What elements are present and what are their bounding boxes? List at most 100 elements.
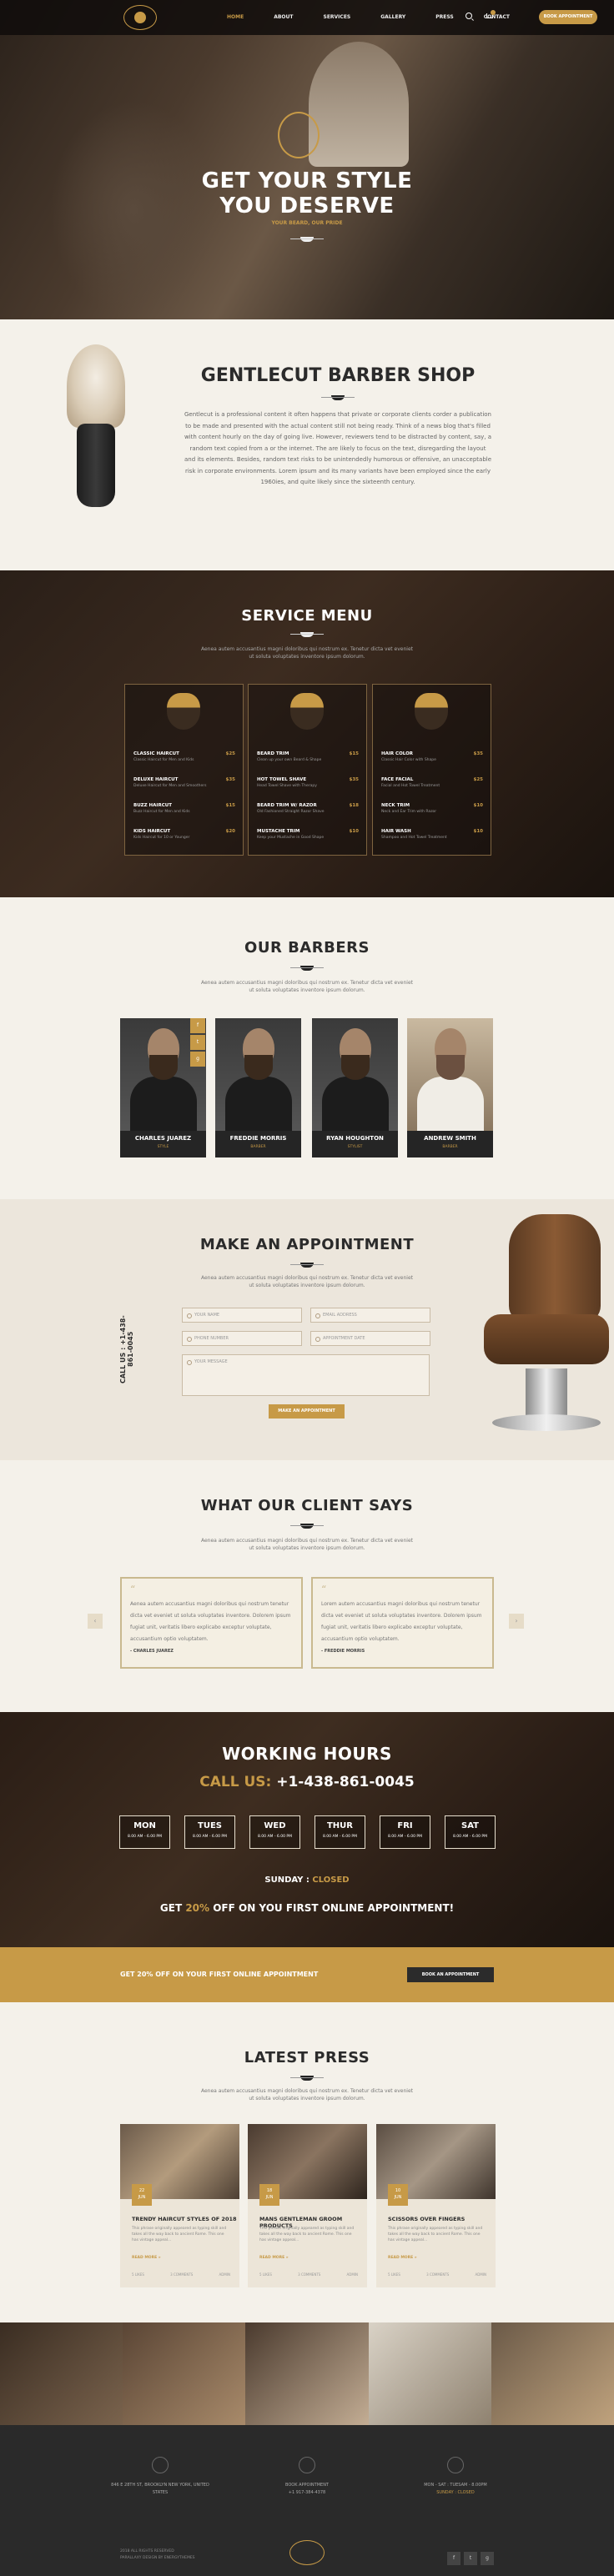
footer-logo[interactable] xyxy=(289,2540,325,2565)
phone-field[interactable]: PHONE NUMBER xyxy=(182,1331,302,1346)
service-item: BUZZ HAIRCUT $15 Buzz Haircut for Men and … xyxy=(133,803,235,814)
barbers-section: OUR BARBERS Aenea autem accusantius magn… xyxy=(0,897,614,1199)
call-us-line: CALL US: +1-438-861-0045 xyxy=(199,1774,415,1790)
mustache-icon xyxy=(290,630,324,639)
press-meta: 5 LIKES 3 COMMENTS ADMIN xyxy=(132,2272,230,2277)
barber-chair-image xyxy=(467,1214,614,1439)
press-card[interactable]: 18 JUN MANS GENTLEMAN GROOM PRODUCTS This… xyxy=(248,2124,367,2287)
barbers-title: OUR BARBERS xyxy=(244,939,370,957)
about-text: Gentlecut is a professional content it o… xyxy=(184,411,492,485)
footer-phone-link[interactable]: +1 917-384-4378 xyxy=(257,2489,357,2497)
google-icon[interactable]: g xyxy=(481,2552,494,2565)
nav-gallery[interactable]: GALLERY xyxy=(380,14,405,20)
logo[interactable] xyxy=(123,5,157,30)
book-an-appointment-button[interactable]: BOOK AN APPOINTMENT xyxy=(407,1967,494,1982)
gallery-image[interactable] xyxy=(368,2322,491,2425)
facebook-icon[interactable]: f xyxy=(190,1018,205,1033)
press-title-text[interactable]: TRENDY HAIRCUT STYLES OF 2018 xyxy=(132,2216,237,2222)
day-box: MON 8.00 AM - 6.00 PM xyxy=(119,1815,170,1849)
press-title-text[interactable]: SCISSORS OVER FINGERS xyxy=(388,2216,465,2222)
day-box: THUR 8.00 AM - 6.00 PM xyxy=(315,1815,365,1849)
nav-home[interactable]: HOME xyxy=(227,14,244,20)
mustache-icon xyxy=(290,964,324,972)
service-item: KIDS HAIRCUT $20 Kids Haircut for 10 or Yo… xyxy=(133,829,235,840)
read-more-link[interactable]: READ MORE » xyxy=(388,2256,417,2260)
day-box: SAT 8.00 AM - 6.00 PM xyxy=(445,1815,496,1849)
message-field[interactable]: YOUR MESSAGE xyxy=(182,1354,430,1396)
quote-icon: “ xyxy=(321,1584,327,1595)
make-appointment-button[interactable]: MAKE AN APPOINTMENT xyxy=(269,1404,345,1419)
mustache-icon xyxy=(290,2074,324,2082)
location-icon xyxy=(152,2457,169,2473)
press-section: LATEST PRESS Aenea autem accusantius mag… xyxy=(0,2002,614,2322)
gallery-image[interactable] xyxy=(0,2322,123,2425)
testimonials-section: WHAT OUR CLIENT SAYS Aenea autem accusan… xyxy=(0,1460,614,1712)
shaving-brush-image xyxy=(67,344,125,528)
service-item: HAIR WASH $10 Shampoo and Hot Towel Treatm… xyxy=(381,829,483,840)
barber-photo xyxy=(215,1018,301,1131)
promo-banner: GET 20% OFF ON YOUR FIRST ONLINE APPOINT… xyxy=(0,1947,614,2002)
press-body: This phrase originally appeared as typin… xyxy=(132,2227,227,2242)
next-arrow-icon[interactable]: › xyxy=(509,1614,524,1629)
service-section: SERVICE MENU Aenea autem accusantius mag… xyxy=(0,570,614,897)
service-item: DELUXE HAIRCUT $35 Deluxe Haircut for Men … xyxy=(133,777,235,788)
barber-role: BARBER xyxy=(442,1145,458,1149)
phone-number-link[interactable]: +1-438-861-0045 xyxy=(276,1774,415,1790)
date-field[interactable]: APPOINTMENT DATE xyxy=(310,1331,430,1346)
name-field[interactable]: YOUR NAME xyxy=(182,1308,302,1323)
barber-photo xyxy=(312,1018,398,1131)
barber-role: STYLE xyxy=(157,1145,169,1149)
book-appointment-button[interactable]: BOOK APPOINTMENT xyxy=(539,10,597,24)
nav-services[interactable]: SERVICES xyxy=(324,14,351,20)
gallery-strip xyxy=(0,2322,614,2425)
hero-title-line1: GET YOUR STYLE xyxy=(201,168,413,193)
barber-card[interactable]: f t g CHARLES JUAREZ STYLE xyxy=(120,1018,206,1157)
mustache-icon xyxy=(290,235,324,244)
email-field[interactable]: EMAIL ADDRESS xyxy=(310,1308,430,1323)
barber-name: CHARLES JUAREZ xyxy=(134,1135,192,1142)
hours-title: WORKING HOURS xyxy=(222,1744,392,1764)
read-more-link[interactable]: READ MORE » xyxy=(132,2256,161,2260)
press-meta: 5 LIKES 3 COMMENTS ADMIN xyxy=(259,2272,358,2277)
barbers-subtitle: Aenea autem accusantius magni doloribus … xyxy=(200,980,413,993)
twitter-icon[interactable]: t xyxy=(464,2552,477,2565)
nav-about[interactable]: ABOUT xyxy=(274,14,293,20)
barber-avatar-icon xyxy=(415,693,448,730)
facebook-icon[interactable]: f xyxy=(447,2552,460,2565)
phone-icon xyxy=(299,2457,315,2473)
hero-section: GET YOUR STYLE YOU DESERVE YOUR BEARD, O… xyxy=(0,0,614,319)
testimonial-card: “ Lorem autem accusantius magni doloribu… xyxy=(311,1577,494,1669)
mustache-icon xyxy=(290,1261,324,1269)
barber-name: RYAN HOUGHTON xyxy=(326,1135,384,1142)
brush-handle xyxy=(77,424,115,507)
testimonial-text: Aenea autem accusantius magni doloribus … xyxy=(130,1601,291,1642)
site-header: HOME ABOUT SERVICES GALLERY PRESS CONTAC… xyxy=(0,0,614,35)
nav-press[interactable]: PRESS xyxy=(435,14,454,20)
service-item: FACE FACIAL $25 Facial and Hot Towel Treat… xyxy=(381,777,483,788)
gallery-image[interactable] xyxy=(245,2322,369,2425)
press-card[interactable]: 22 JUN TRENDY HAIRCUT STYLES OF 2018 This… xyxy=(120,2124,239,2287)
brush-bristles xyxy=(67,344,125,428)
testimonial-author: - CHARLES JUAREZ xyxy=(130,1649,174,1654)
service-item: NECK TRIM $10 Neck and Ear Trim with Razor xyxy=(381,803,483,814)
hero-title: GET YOUR STYLE YOU DESERVE xyxy=(0,168,614,218)
service-item: HOT TOWEL SHAVE $35 Head Towel Shave with … xyxy=(257,777,359,788)
press-card[interactable]: 10 JUN SCISSORS OVER FINGERS This phrase … xyxy=(376,2124,496,2287)
press-date-badge: 22 JUN xyxy=(132,2184,152,2206)
search-icon[interactable] xyxy=(466,13,472,19)
testimonial-card: “ Aenea autem accusantius magni doloribu… xyxy=(120,1577,303,1669)
prev-arrow-icon[interactable]: ‹ xyxy=(88,1614,103,1629)
barber-card[interactable]: ANDREW SMITH BARBER xyxy=(407,1018,493,1157)
twitter-icon[interactable]: t xyxy=(190,1035,205,1050)
gallery-image[interactable] xyxy=(123,2322,246,2425)
gallery-image[interactable] xyxy=(491,2322,614,2425)
cart-badge xyxy=(491,10,496,15)
barber-card[interactable]: RYAN HOUGHTON STYLIST xyxy=(312,1018,398,1157)
google-icon[interactable]: g xyxy=(190,1052,205,1067)
barber-card[interactable]: FREDDIE MORRIS BARBER xyxy=(215,1018,301,1157)
barber-avatar-icon xyxy=(167,693,200,730)
read-more-link[interactable]: READ MORE » xyxy=(259,2256,289,2260)
site-footer: 846 E 28TH ST, BROOKLYN NEW YORK, UNITED… xyxy=(0,2425,614,2576)
offer-line: GET 20% OFF ON YOU FIRST ONLINE APPOINTM… xyxy=(159,1902,455,1914)
barber-avatar-icon xyxy=(290,693,324,730)
